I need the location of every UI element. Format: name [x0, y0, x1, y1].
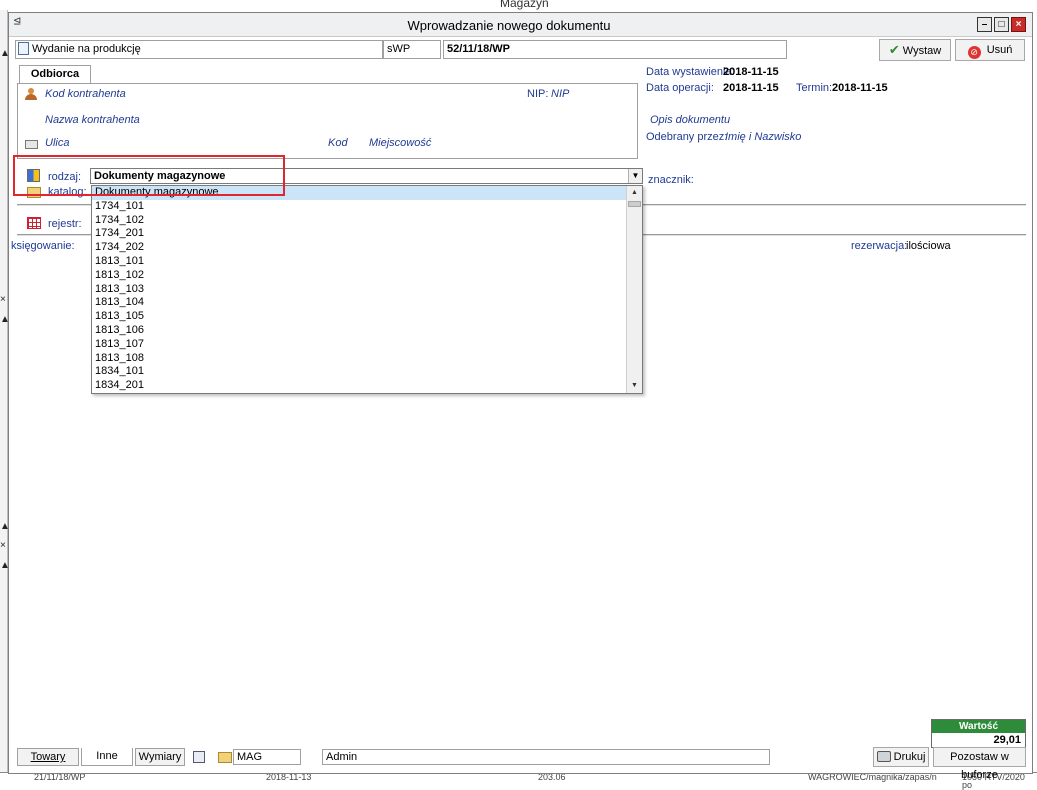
kind-combobox[interactable]: Dokumenty magazynowe ▼ [90, 168, 643, 184]
received-by-field[interactable]: Imię i Nazwisko [725, 131, 801, 143]
description-field[interactable]: Opis dokumentu [650, 114, 730, 126]
person-icon [25, 88, 37, 100]
issue-date-value[interactable]: 2018-11-15 [723, 66, 779, 78]
checkmark-icon: ✔ [888, 42, 900, 57]
dropdown-item[interactable]: 1813_102 [92, 269, 626, 283]
kind-label: rodzaj: [48, 171, 82, 183]
operation-date-label: Data operacji: [646, 82, 714, 94]
no-entry-icon: ⊘ [967, 46, 981, 59]
document-icon [18, 42, 29, 55]
dropdown-item[interactable]: 1813_104 [92, 296, 626, 310]
dropdown-item[interactable]: 1813_105 [92, 310, 626, 324]
nip-field[interactable]: NIP [551, 88, 569, 100]
title-bar: ⊴ Wprowadzanie nowego dokumentu – □ × [9, 13, 1032, 37]
envelope-icon [25, 140, 38, 149]
scroll-down-icon[interactable]: ▼ [627, 379, 642, 393]
maximize-button[interactable]: □ [994, 17, 1009, 32]
dropdown-scrollbar[interactable]: ▲ ▼ [626, 186, 642, 393]
background-app-top: Magazyn [0, 0, 1037, 10]
dropdown-item[interactable]: 1813_107 [92, 338, 626, 352]
chevron-down-icon[interactable]: ▼ [628, 169, 642, 183]
dropdown-item[interactable]: 1734_202 [92, 241, 626, 255]
warehouse-field[interactable]: MAG [233, 749, 301, 765]
delete-button-label: Usuń [986, 44, 1013, 56]
received-by-label: Odebrany przez: [646, 131, 728, 143]
tab-other[interactable]: Inne [81, 748, 133, 766]
calendar-icon[interactable] [193, 751, 205, 763]
background-app-title: Magazyn [500, 0, 549, 10]
value-summary: Wartość 29,01 [931, 719, 1026, 748]
series-field[interactable]: sWP [383, 40, 441, 59]
contractor-code-field[interactable]: Kod kontrahenta [45, 88, 126, 100]
city-field[interactable]: Miejscowość [369, 137, 431, 149]
posting-label: księgowanie: [11, 240, 75, 252]
reservation-label: rezerwacja: [851, 240, 908, 252]
new-document-window: ⊴ Wprowadzanie nowego dokumentu – □ × Wy… [8, 12, 1033, 781]
dropdown-item[interactable]: 1813_106 [92, 324, 626, 338]
catalog-label: katalog: [48, 186, 87, 198]
dropdown-item[interactable]: 1734_102 [92, 214, 626, 228]
scroll-up-icon[interactable]: ▲ [627, 186, 642, 200]
background-marker: × [0, 540, 6, 551]
nip-label: NIP: [527, 88, 549, 100]
dropdown-item[interactable]: Dokumenty magazynowe [92, 186, 626, 200]
window-title: Wprowadzanie nowego dokumentu [407, 18, 611, 33]
due-date-label: Termin: [796, 82, 833, 94]
postal-code-field[interactable]: Kod [328, 137, 348, 149]
register-label: rejestr: [48, 218, 82, 230]
kind-dropdown-list[interactable]: Dokumenty magazynowe 1734_101 1734_102 1… [91, 185, 643, 394]
print-button-label: Drukuj [893, 751, 926, 763]
tab-dimensions[interactable]: Wymiary [135, 748, 185, 766]
street-field[interactable]: Ulica [45, 137, 69, 149]
dropdown-item[interactable]: 1834_101 [92, 365, 626, 379]
value-amount: 29,01 [993, 734, 1021, 746]
document-type-field[interactable]: Wydanie na produkcję [15, 40, 383, 59]
minimize-button[interactable]: – [977, 17, 992, 32]
kind-combobox-value: Dokumenty magazynowe [94, 170, 226, 182]
user-field[interactable]: Admin [322, 749, 770, 765]
dropdown-item[interactable]: 1734_101 [92, 200, 626, 214]
tab-goods[interactable]: Towary [17, 748, 79, 766]
leave-in-buffer-button[interactable]: Pozostaw w buforze [933, 747, 1026, 781]
marker-label: znacznik: [648, 174, 694, 186]
dropdown-item[interactable]: 1813_101 [92, 255, 626, 269]
background-marker: × [0, 294, 6, 305]
contractor-name-field[interactable]: Nazwa kontrahenta [45, 114, 140, 126]
document-number-field[interactable]: 52/11/18/WP [443, 40, 787, 59]
dropdown-item[interactable]: 1813_108 [92, 352, 626, 366]
dropdown-item[interactable]: 1813_103 [92, 283, 626, 297]
scrollbar-thumb[interactable] [628, 201, 641, 207]
dropdown-item[interactable]: 1834_201 [92, 379, 626, 393]
reservation-value[interactable]: ilościowa [906, 240, 951, 252]
dropdown-item[interactable]: 1734_201 [92, 227, 626, 241]
warehouse-icon [218, 752, 232, 763]
issue-button[interactable]: ✔ Wystaw [879, 39, 951, 61]
print-button[interactable]: Drukuj [873, 747, 929, 767]
register-grid-icon [27, 217, 41, 229]
document-kind-icon [27, 169, 40, 182]
operation-date-value[interactable]: 2018-11-15 [723, 82, 779, 94]
value-label: Wartość [932, 720, 1025, 733]
delete-button[interactable]: ⊘ Usuń [955, 39, 1025, 61]
due-date-value[interactable]: 2018-11-15 [832, 82, 888, 94]
document-type-value: Wydanie na produkcję [32, 43, 141, 55]
issue-date-label: Data wystawienia: [646, 66, 735, 78]
background-app-left-edge [0, 10, 8, 780]
close-button[interactable]: × [1011, 17, 1026, 32]
dropdown-items: Dokumenty magazynowe 1734_101 1734_102 1… [92, 186, 626, 393]
tab-recipient[interactable]: Odbiorca [19, 65, 91, 84]
issue-button-label: Wystaw [902, 45, 942, 57]
printer-icon [876, 751, 891, 762]
catalog-folder-icon [27, 187, 41, 198]
